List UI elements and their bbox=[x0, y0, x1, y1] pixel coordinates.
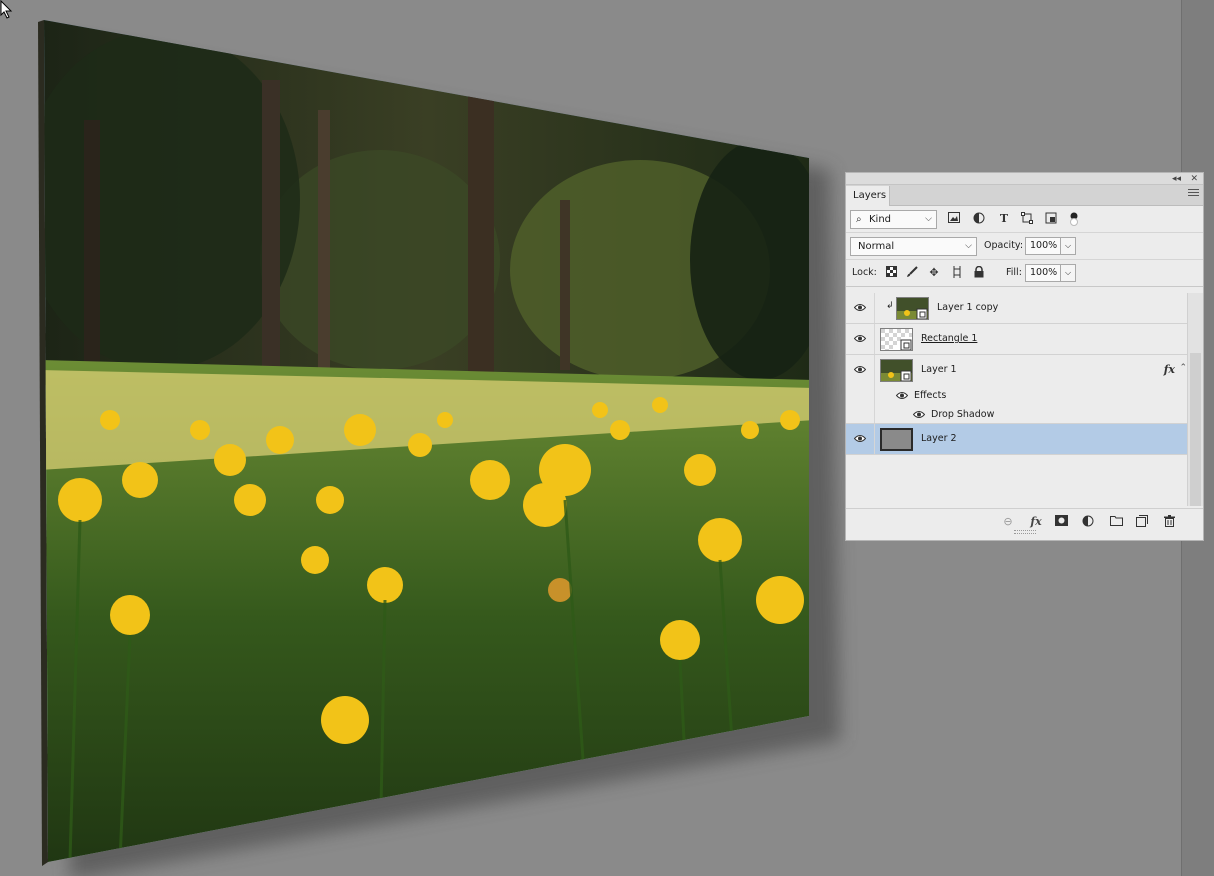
layer-row-layer-2[interactable]: Layer 2 bbox=[846, 424, 1187, 455]
lock-image-pixels-icon[interactable] bbox=[905, 266, 919, 280]
lock-all-icon[interactable] bbox=[972, 265, 986, 280]
lock-position-icon[interactable]: ✥ bbox=[927, 266, 941, 280]
layer-thumbnail bbox=[880, 328, 913, 351]
blend-opacity-row: Normal ⌵ Opacity: 100% ⌵ bbox=[846, 233, 1203, 260]
visibility-eye-icon[interactable] bbox=[854, 434, 866, 443]
drop-shadow-effect-row[interactable]: Drop Shadow bbox=[846, 405, 1187, 424]
smart-object-filter-icon[interactable] bbox=[1044, 212, 1058, 226]
clipping-mask-arrow-icon: ↲ bbox=[886, 301, 894, 311]
panel-tab-bar: Layers bbox=[846, 185, 1203, 206]
layer-name: Rectangle 1 bbox=[921, 333, 978, 344]
adjustment-filter-icon[interactable] bbox=[972, 212, 986, 226]
blend-mode-dropdown[interactable]: Normal ⌵ bbox=[850, 237, 977, 256]
mouse-cursor-icon bbox=[0, 0, 13, 19]
panel-resize-grip[interactable] bbox=[1014, 530, 1036, 534]
layer-thumbnail bbox=[896, 297, 929, 320]
type-filter-icon[interactable]: T bbox=[997, 212, 1011, 226]
layer-thumbnail bbox=[880, 359, 913, 382]
filter-kind-dropdown[interactable]: ⌕ Kind ⌵ bbox=[850, 210, 937, 229]
drop-shadow-visibility-eye-icon[interactable] bbox=[913, 410, 925, 419]
delete-layer-icon[interactable] bbox=[1161, 515, 1177, 529]
shape-filter-icon[interactable] bbox=[1020, 212, 1034, 226]
visibility-eye-icon[interactable] bbox=[854, 365, 866, 374]
layers-scrollbar[interactable] bbox=[1187, 293, 1203, 506]
new-layer-icon[interactable] bbox=[1134, 515, 1150, 529]
collapse-panel-icon[interactable]: ◂◂ bbox=[1172, 173, 1181, 185]
effects-label: Effects bbox=[914, 390, 947, 401]
panel-title-bar[interactable]: ◂◂ ✕ bbox=[846, 173, 1203, 185]
add-style-icon[interactable]: fx bbox=[1028, 515, 1044, 529]
scrollbar-thumb[interactable] bbox=[1190, 353, 1201, 506]
tab-layers[interactable]: Layers bbox=[846, 186, 890, 206]
close-panel-icon[interactable]: ✕ bbox=[1190, 173, 1198, 185]
layer-thumbnail bbox=[880, 428, 913, 451]
opacity-label: Opacity: bbox=[984, 240, 1024, 251]
visibility-eye-icon[interactable] bbox=[854, 334, 866, 343]
link-layers-icon[interactable]: ⊖ bbox=[1000, 515, 1016, 529]
blend-mode-value: Normal bbox=[858, 241, 895, 252]
layer-fx-icon[interactable]: fx bbox=[1164, 363, 1175, 376]
chevron-down-icon: ⌵ bbox=[925, 214, 932, 224]
layer-filter-row: ⌕ Kind ⌵ T bbox=[846, 206, 1203, 233]
add-mask-icon[interactable] bbox=[1053, 515, 1069, 529]
lock-artboard-icon[interactable] bbox=[950, 266, 964, 280]
layer-name: Layer 1 bbox=[921, 364, 957, 375]
opacity-dropdown-icon[interactable]: ⌵ bbox=[1060, 237, 1076, 255]
fill-input[interactable]: 100% bbox=[1025, 264, 1061, 282]
visibility-eye-icon[interactable] bbox=[854, 303, 866, 312]
fill-label: Fill: bbox=[1006, 267, 1022, 278]
lock-transparent-pixels-icon[interactable] bbox=[884, 266, 898, 280]
effects-visibility-eye-icon[interactable] bbox=[896, 391, 908, 400]
drop-shadow-label: Drop Shadow bbox=[931, 409, 995, 420]
layer-row-layer-1[interactable]: Layer 1 fx ⌃ bbox=[846, 355, 1187, 386]
layer-row-layer-1-copy[interactable]: ↲ Layer 1 copy bbox=[846, 293, 1187, 324]
search-icon: ⌕ bbox=[856, 214, 862, 225]
layers-list[interactable]: ↲ Layer 1 copy Rectangle 1 Layer 1 fx ⌃ … bbox=[846, 293, 1187, 506]
panel-menu-icon[interactable] bbox=[1188, 189, 1199, 198]
layers-bottom-toolbar: ⊖ fx bbox=[846, 508, 1203, 535]
layers-panel: ◂◂ ✕ Layers ⌕ Kind ⌵ T Normal ⌵ Opacity:… bbox=[845, 172, 1204, 541]
chevron-up-icon[interactable]: ⌃ bbox=[1179, 363, 1187, 373]
effects-row[interactable]: Effects bbox=[846, 386, 1187, 405]
lock-fill-row: Lock: ✥ Fill: 100% ⌵ bbox=[846, 260, 1203, 287]
image-filter-icon[interactable] bbox=[947, 212, 961, 226]
opacity-input[interactable]: 100% bbox=[1025, 237, 1061, 255]
lock-label: Lock: bbox=[852, 267, 877, 278]
new-group-icon[interactable] bbox=[1108, 515, 1124, 529]
layer-name: Layer 2 bbox=[921, 433, 957, 444]
new-adjustment-icon[interactable] bbox=[1080, 515, 1096, 529]
filter-kind-label: Kind bbox=[869, 214, 892, 225]
layer-name: Layer 1 copy bbox=[937, 302, 999, 313]
fill-dropdown-icon[interactable]: ⌵ bbox=[1060, 264, 1076, 282]
chevron-down-icon: ⌵ bbox=[965, 241, 972, 251]
filter-toggle-icon[interactable] bbox=[1067, 212, 1081, 226]
layer-row-rectangle-1[interactable]: Rectangle 1 bbox=[846, 324, 1187, 355]
